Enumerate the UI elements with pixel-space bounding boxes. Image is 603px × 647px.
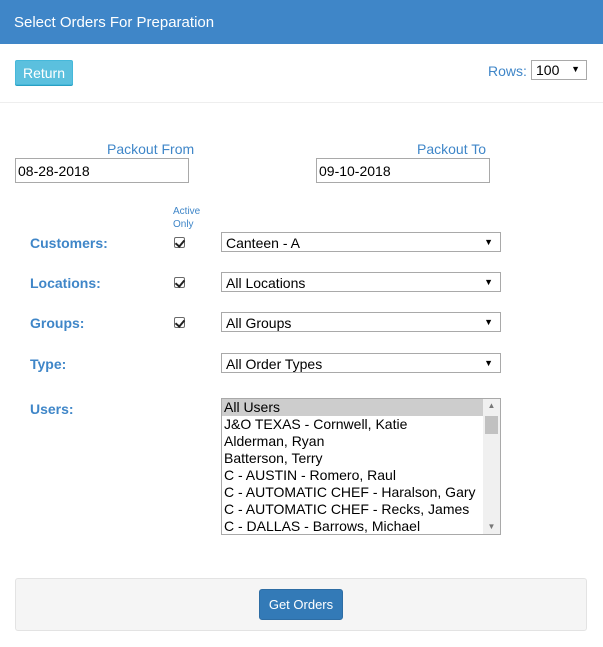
scroll-thumb[interactable]	[485, 416, 498, 434]
scroll-down-icon[interactable]: ▼	[483, 520, 500, 534]
users-option[interactable]: J&O TEXAS - Cornwell, Katie	[222, 416, 484, 433]
locations-select[interactable]: All Locations ▼	[221, 272, 501, 292]
active-only-header: Active Only	[173, 205, 200, 231]
customers-select-value: Canteen - A	[226, 235, 300, 251]
rows-select-value: 100	[536, 62, 560, 78]
type-select[interactable]: All Order Types ▼	[221, 353, 501, 373]
locations-label: Locations:	[30, 275, 101, 291]
chevron-down-icon: ▼	[484, 317, 493, 327]
users-option[interactable]: C - DALLAS - Barrows, Michael	[222, 518, 484, 534]
rows-label: Rows:	[488, 63, 527, 79]
chevron-down-icon: ▼	[571, 64, 580, 74]
chevron-down-icon: ▼	[484, 277, 493, 287]
users-option[interactable]: Batterson, Terry	[222, 450, 484, 467]
users-option[interactable]: Alderman, Ryan	[222, 433, 484, 450]
active-only-line1: Active	[173, 206, 201, 217]
return-button[interactable]: Return	[15, 60, 73, 85]
locations-active-only-checkbox[interactable]	[174, 277, 185, 288]
users-option[interactable]: C - AUTOMATIC CHEF - Recks, James	[222, 501, 484, 518]
groups-select[interactable]: All Groups ▼	[221, 312, 501, 332]
customers-label: Customers:	[30, 235, 108, 251]
chevron-down-icon: ▼	[484, 237, 493, 247]
customers-active-only-checkbox[interactable]	[174, 237, 185, 248]
users-label: Users:	[30, 401, 74, 417]
groups-active-only-checkbox[interactable]	[174, 317, 185, 328]
packout-to-label: Packout To	[417, 141, 487, 157]
groups-label: Groups:	[30, 315, 85, 331]
groups-select-value: All Groups	[226, 315, 292, 331]
users-listbox[interactable]: All Users J&O TEXAS - Cornwell, Katie Al…	[221, 398, 501, 535]
users-option[interactable]: C - AUSTIN - Romero, Raul	[222, 467, 484, 484]
users-option[interactable]: All Users	[222, 399, 484, 416]
get-orders-button[interactable]: Get Orders	[259, 589, 343, 620]
users-option[interactable]: C - AUTOMATIC CHEF - Haralson, Gary	[222, 484, 484, 501]
rows-select[interactable]: 100 ▼	[531, 60, 587, 80]
users-scrollbar[interactable]: ▲ ▼	[483, 399, 500, 534]
packout-from-value: 08-28-2018	[18, 163, 90, 179]
locations-select-value: All Locations	[226, 275, 306, 291]
type-label: Type:	[30, 356, 67, 372]
type-select-value: All Order Types	[226, 356, 323, 372]
packout-to-input[interactable]: 09-10-2018	[316, 158, 490, 183]
packout-from-label: Packout From	[107, 141, 195, 157]
toolbar-divider	[0, 102, 603, 103]
chevron-down-icon: ▼	[484, 358, 493, 368]
packout-to-value: 09-10-2018	[319, 163, 391, 179]
active-only-line2: Only	[173, 219, 194, 230]
packout-from-input[interactable]: 08-28-2018	[15, 158, 189, 183]
customers-select[interactable]: Canteen - A ▼	[221, 232, 501, 252]
scroll-up-icon[interactable]: ▲	[483, 399, 500, 413]
page-header: Select Orders For Preparation	[0, 0, 603, 44]
page-title: Select Orders For Preparation	[14, 14, 215, 31]
